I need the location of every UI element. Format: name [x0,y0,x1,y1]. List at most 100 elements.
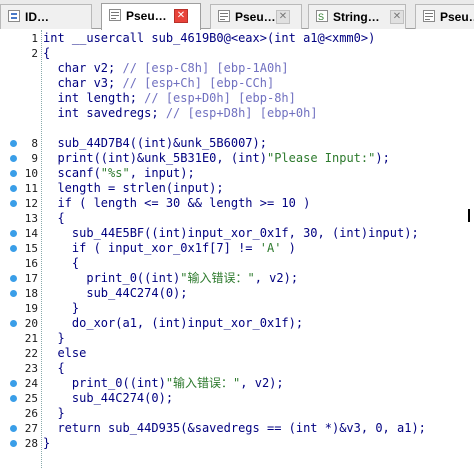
code-line[interactable]: 17 print_0((int)"输入错误：", v2); [0,271,474,286]
code-line[interactable]: 8 sub_44D7B4((int)&unk_5B6007); [0,136,474,151]
code-line[interactable]: 2{ [0,46,474,61]
line-number: 15 [24,242,38,255]
line-number: 21 [24,332,38,345]
breakpoint-dot-icon[interactable] [10,380,17,387]
code-line[interactable]: 19 } [0,301,474,316]
code-text: sub_44E5BF((int)input_xor_0x1f, 30, (int… [43,226,419,240]
tab-label: String… [333,10,380,24]
code-line[interactable]: 21 } [0,331,474,346]
breakpoint-dot-icon[interactable] [10,290,17,297]
code-line[interactable]: 15 if ( input_xor_0x1f[7] != 'A' ) [0,241,474,256]
close-icon[interactable]: ✕ [174,9,188,23]
tab-0[interactable]: ID… [0,4,92,29]
code-line[interactable]: 16 { [0,256,474,271]
line-number: 1 [31,32,38,45]
code-text: } [43,406,65,420]
line-number: 23 [24,362,38,375]
code-text: } [43,331,65,345]
code-text: if ( length <= 30 && length >= 10 ) [43,196,311,210]
breakpoint-dot-icon[interactable] [10,245,17,252]
code-text: { [43,361,65,375]
code-line[interactable]: 24 print_0((int)"输入错误：", v2); [0,376,474,391]
close-icon[interactable]: ✕ [276,10,290,24]
line-number: 2 [31,47,38,60]
line-number: 27 [24,422,38,435]
pseudocode-icon [109,9,121,21]
code-line[interactable]: 23 { [0,361,474,376]
line-number: 25 [24,392,38,405]
code-text: } [43,301,80,315]
code-text: sub_44C274(0); [43,286,188,300]
tab-label: ID… [25,10,49,24]
line-number: 12 [24,197,38,210]
code-text: int savedregs; // [esp+D8h] [ebp+0h] [43,106,318,120]
code-line[interactable]: char v2; // [esp-C8h] [ebp-1A0h] [0,61,474,76]
code-text: else [43,346,87,360]
code-line[interactable]: 1 int __usercall sub_4619B0@<eax>(int a1@… [0,31,474,46]
tab-2[interactable]: Pseu… ✕ [210,4,302,29]
strings-icon: S [316,10,328,22]
line-number: 10 [24,167,38,180]
line-number: 28 [24,437,38,450]
code-line[interactable]: char v3; // [esp+Ch] [ebp-CCh] [0,76,474,91]
code-text: int length; // [esp+D0h] [ebp-8h] [43,91,296,105]
breakpoint-dot-icon[interactable] [10,200,17,207]
code-line[interactable]: int savedregs; // [esp+D8h] [ebp+0h] [0,106,474,121]
line-number: 11 [24,182,38,195]
code-text: scanf("%s", input); [43,166,195,180]
code-line[interactable]: 12 if ( length <= 30 && length >= 10 ) [0,196,474,211]
breakpoint-dot-icon[interactable] [10,395,17,402]
code-line[interactable]: 22 else [0,346,474,361]
breakpoint-dot-icon[interactable] [10,425,17,432]
line-number: 22 [24,347,38,360]
code-line[interactable]: 25 sub_44C274(0); [0,391,474,406]
code-text: length = strlen(input); [43,181,224,195]
code-text: sub_44C274(0); [43,391,174,405]
breakpoint-dot-icon[interactable] [10,155,17,162]
breakpoint-dot-icon[interactable] [10,140,17,147]
line-number: 19 [24,302,38,315]
code-line[interactable]: 27 return sub_44D935(&savedregs == (int … [0,421,474,436]
code-text: do_xor(a1, (int)input_xor_0x1f); [43,316,304,330]
code-line[interactable]: 9 print((int)&unk_5B31E0, (int)"Please I… [0,151,474,166]
code-line[interactable]: 20 do_xor(a1, (int)input_xor_0x1f); [0,316,474,331]
code-line[interactable]: 26 } [0,406,474,421]
pseudocode-icon [218,10,230,22]
line-number: 24 [24,377,38,390]
svg-text:S: S [318,12,324,21]
tab-1[interactable]: Pseu… ✕ [101,3,201,30]
code-line[interactable]: 13 { [0,211,474,226]
line-number: 17 [24,272,38,285]
code-text: { [43,46,51,60]
code-text: if ( input_xor_0x1f[7] != 'A' ) [43,241,296,255]
close-icon[interactable]: ✕ [390,10,404,24]
breakpoint-dot-icon[interactable] [10,320,17,327]
ida-view-icon [8,10,20,22]
breakpoint-dot-icon[interactable] [10,185,17,192]
line-number: 20 [24,317,38,330]
code-line[interactable] [0,121,474,136]
code-text: char v2; // [esp-C8h] [ebp-1A0h] [43,61,289,75]
code-line[interactable]: 28} [0,436,474,451]
text-cursor [468,209,470,222]
tab-4[interactable]: Pseu… [415,4,474,29]
tab-label: Pseu… [126,9,167,23]
line-number: 14 [24,227,38,240]
pseudocode-icon [423,10,435,22]
breakpoint-dot-icon[interactable] [10,230,17,237]
breakpoint-dot-icon[interactable] [10,170,17,177]
tab-3[interactable]: S String… ✕ [308,4,406,29]
code-line[interactable]: 14 sub_44E5BF((int)input_xor_0x1f, 30, (… [0,226,474,241]
code-line[interactable]: 18 sub_44C274(0); [0,286,474,301]
tab-label: Pseu… [440,10,474,24]
line-number: 16 [24,257,38,270]
line-number: 13 [24,212,38,225]
code-line[interactable]: 11 length = strlen(input); [0,181,474,196]
line-number: 8 [31,137,38,150]
code-text: char v3; // [esp+Ch] [ebp-CCh] [43,76,275,90]
code-line[interactable]: 10 scanf("%s", input); [0,166,474,181]
code-line[interactable]: int length; // [esp+D0h] [ebp-8h] [0,91,474,106]
breakpoint-dot-icon[interactable] [10,275,17,282]
code-text: print((int)&unk_5B31E0, (int)"Please Inp… [43,151,390,165]
breakpoint-dot-icon[interactable] [10,440,17,447]
